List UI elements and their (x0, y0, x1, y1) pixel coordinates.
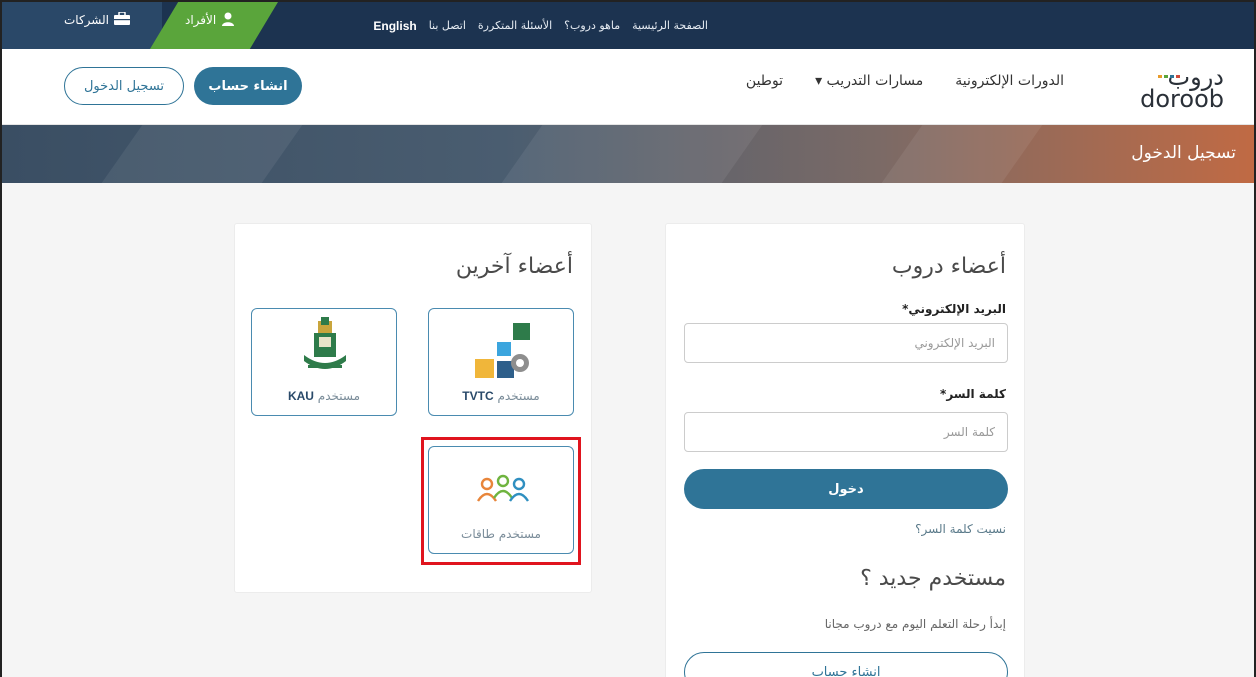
banner-decor (881, 125, 1043, 183)
tvtc-login-tile[interactable]: مستخدم TVTC (428, 308, 574, 416)
header-signup-button[interactable]: انشاء حساب (194, 67, 302, 105)
nav-training-paths[interactable]: مسارات التدريب ▾ (815, 73, 923, 89)
companies-label-wrap: الشركات (64, 2, 130, 38)
link-contact[interactable]: اتصل بنا (429, 19, 466, 32)
kau-tile-caption: مستخدم KAU (252, 389, 396, 403)
link-home[interactable]: الصفحة الرئيسية (632, 19, 708, 32)
doroob-logo[interactable]: دروب doroob (1114, 63, 1224, 113)
content-area: أعضاء دروب البريد الإلكتروني* كلمة السر*… (2, 183, 1254, 677)
tvtc-caption-prefix: مستخدم (497, 389, 540, 403)
link-faq[interactable]: الأسئلة المتكررة (478, 19, 552, 32)
top-links: الصفحة الرئيسية ماهو دروب؟ الأسئلة المتك… (373, 2, 708, 49)
email-label: البريد الإلكتروني* (902, 302, 1006, 316)
login-card-title: أعضاء دروب (891, 254, 1006, 279)
tvtc-logo-icon (473, 321, 533, 385)
kau-caption-prefix: مستخدم (317, 389, 361, 403)
new-user-title: مستخدم جديد ؟ (860, 566, 1006, 591)
main-header: دروب doroob الدورات الإلكترونية مسارات ا… (2, 49, 1254, 125)
doroob-login-card: أعضاء دروب البريد الإلكتروني* كلمة السر*… (665, 223, 1025, 677)
top-bar: الشركات الأفراد الصفحة الرئيسية ماهو درو… (2, 2, 1254, 49)
other-members-title: أعضاء آخرين (455, 254, 573, 279)
kau-brand: KAU (287, 389, 314, 403)
companies-tab[interactable]: الشركات (2, 2, 162, 49)
banner-decor (101, 125, 303, 183)
logo-dots-icon (1158, 75, 1180, 78)
tvtc-tile-caption: مستخدم TVTC (429, 389, 573, 403)
page-title: تسجيل الدخول (1131, 143, 1236, 163)
person-icon (221, 12, 235, 29)
nav-tawteen[interactable]: توطين (746, 73, 783, 89)
kau-logo-icon (300, 315, 350, 385)
tvtc-brand: TVTC (462, 389, 494, 403)
password-label: كلمة السر* (940, 387, 1006, 401)
email-field[interactable] (684, 323, 1008, 363)
individuals-label-wrap[interactable]: الأفراد (185, 2, 235, 38)
password-field[interactable] (684, 412, 1008, 452)
banner-decor (501, 125, 763, 183)
browser-frame: الشركات الأفراد الصفحة الرئيسية ماهو درو… (0, 0, 1256, 677)
kau-login-tile[interactable]: مستخدم KAU (251, 308, 397, 416)
header-login-button[interactable]: تسجيل الدخول (64, 67, 184, 105)
link-english[interactable]: English (373, 19, 416, 33)
new-user-text: إبدأ رحلة التعلم اليوم مع دروب مجانا (824, 617, 1006, 631)
link-what-is-doroob[interactable]: ماهو دروب؟ (564, 19, 620, 32)
logo-english-text: doroob (1140, 85, 1224, 113)
individuals-label: الأفراد (185, 13, 217, 27)
forgot-password-link[interactable]: نسيت كلمة السر؟ (915, 522, 1006, 536)
submit-login-button[interactable]: دخول (684, 469, 1008, 509)
main-nav: الدورات الإلكترونية مسارات التدريب ▾ توط… (746, 73, 1064, 89)
companies-label: الشركات (64, 13, 109, 27)
briefcase-icon (113, 11, 130, 28)
highlight-box (421, 437, 581, 565)
page-banner: تسجيل الدخول (2, 125, 1254, 183)
nav-e-courses[interactable]: الدورات الإلكترونية (955, 73, 1064, 89)
signup-button[interactable]: انشاء حساب (684, 652, 1008, 677)
